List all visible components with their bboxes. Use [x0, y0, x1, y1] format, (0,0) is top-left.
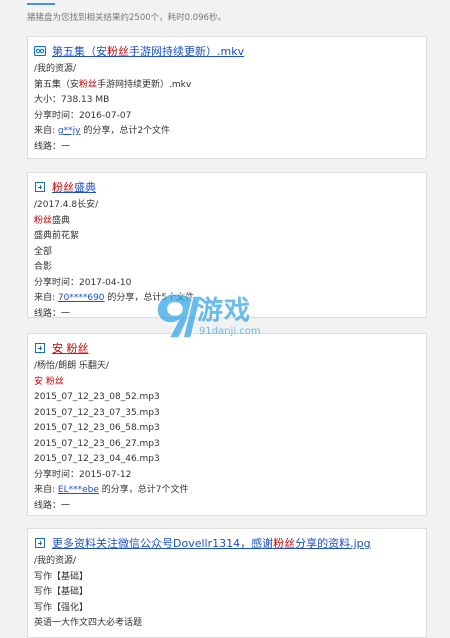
expand-plus-icon[interactable] — [34, 181, 46, 193]
sharer-link[interactable]: g**jy — [58, 126, 81, 136]
result-source: 来自: g**jy 的分享，总计2个文件 — [34, 126, 171, 136]
result-title-link[interactable]: 更多资料关注微信公众号Dovellr1314，感谢粉丝分享的资料.jpg — [52, 535, 371, 551]
result-card: 第五集（安粉丝手游网持续更新）.mkv /我的资源/ 第五集（安粉丝手游网持续更… — [27, 36, 427, 159]
file-entry: 写作【基础】 — [34, 571, 89, 582]
file-entry: 合影 — [34, 262, 53, 272]
file-entry: 2015_07_12_23_06_58.mp3 — [34, 423, 160, 433]
result-card: 安 粉丝 /杨怡/朗朗 乐翻天/ 安 粉丝 2015_07_12_23_08_5… — [27, 333, 427, 516]
top-tab-bar — [0, 0, 450, 8]
result-route: 线路：一 — [34, 141, 71, 152]
result-route: 线路：一 — [34, 308, 71, 319]
result-card: 粉丝盛典 /2017.4.8长安/ 粉丝盛典 盛典前花絮 全部 合影 分享时间：… — [27, 172, 427, 319]
result-share-time: 分享时间：2015-07-12 — [34, 469, 132, 480]
expand-plus-icon[interactable] — [34, 342, 46, 354]
file-entry: 2015_07_12_23_04_46.mp3 — [34, 454, 160, 464]
result-share-time: 分享时间：2017-04-10 — [34, 277, 132, 288]
sharer-link[interactable]: 70****690 — [58, 293, 105, 303]
result-path: /杨怡/朗朗 乐翻天/ — [34, 361, 109, 371]
file-entry: 2015_07_12_23_08_52.mp3 — [34, 392, 160, 402]
file-entry: 写作【强化】 — [34, 602, 89, 613]
file-entry: 2015_07_12_23_06_27.mp3 — [34, 438, 160, 449]
file-entry: 英语一大作文四大必考话题 — [34, 618, 143, 628]
file-entry: 安 粉丝 — [34, 376, 64, 387]
file-entry: 粉丝盛典 — [34, 215, 71, 226]
result-path: /2017.4.8长安/ — [34, 200, 99, 210]
result-source: 来自: 70****690 的分享，总计5个文件 — [34, 293, 195, 303]
result-title-link[interactable]: 安 粉丝 — [52, 340, 89, 356]
result-size: 大小：738.13 MB — [34, 95, 110, 105]
video-file-icon — [34, 45, 46, 57]
file-entry: 写作【基础】 — [34, 587, 89, 597]
sharer-link[interactable]: EL***ebe — [58, 485, 99, 495]
result-card: 更多资料关注微信公众号Dovellr1314，感谢粉丝分享的资料.jpg /我的… — [27, 528, 427, 638]
expand-plus-icon[interactable] — [34, 537, 46, 549]
file-entry: 2015_07_12_23_07_35.mp3 — [34, 407, 160, 418]
result-filename: 第五集（安粉丝手游网持续更新）.mkv — [34, 79, 192, 90]
result-title-link[interactable]: 第五集（安粉丝手游网持续更新）.mkv — [52, 43, 244, 59]
active-tab-indicator — [27, 3, 55, 5]
result-path: /我的资源/ — [34, 64, 77, 74]
result-title-link[interactable]: 粉丝盛典 — [52, 179, 96, 195]
result-source: 来自: EL***ebe 的分享，总计7个文件 — [34, 485, 189, 495]
result-share-time: 分享时间：2016-07-07 — [34, 110, 132, 121]
result-path: /我的资源/ — [34, 556, 77, 566]
file-entry: 盛典前花絮 — [34, 231, 80, 241]
result-route: 线路：一 — [34, 500, 71, 511]
result-summary: 猪猪盘为您找到相关结果约2500个，耗时0.096秒。 — [27, 13, 226, 23]
file-entry: 全部 — [34, 246, 53, 257]
